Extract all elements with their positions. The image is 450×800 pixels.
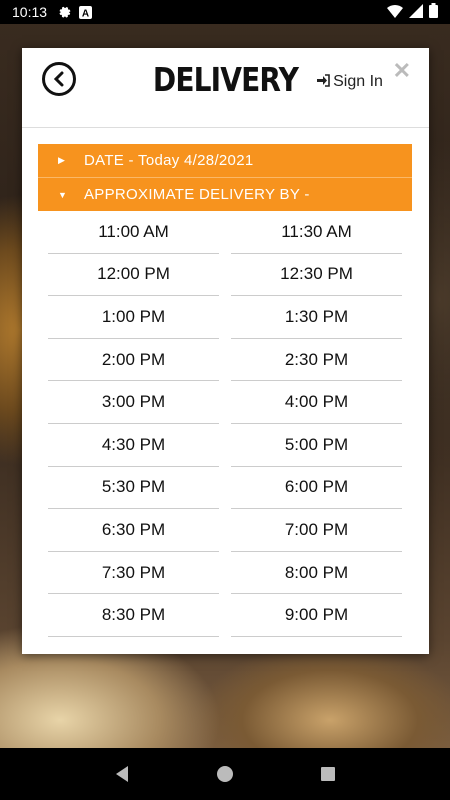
home-nav-button[interactable] [205,754,245,794]
wifi-icon [387,4,403,21]
circle-home-icon [216,766,233,782]
sign-in-label: Sign In [333,73,383,90]
time-slot-button[interactable]: 1:00 PM [48,296,219,339]
time-slot-button[interactable]: 11:30 AM [231,211,402,254]
time-slot-button[interactable]: 11:00 AM [48,211,219,254]
time-slot-button[interactable]: 3:00 PM [48,381,219,424]
modal-header: DELIVERY Sign In ✕ [22,48,429,128]
battery-icon [429,3,438,21]
svg-text:A: A [82,8,89,19]
time-slot-button[interactable]: 12:00 PM [48,254,219,297]
time-slot-button[interactable]: 12:30 PM [231,254,402,297]
time-slot-button[interactable]: 7:30 PM [48,552,219,595]
close-button[interactable]: ✕ [393,58,411,84]
time-slot-button[interactable]: 4:30 PM [48,424,219,467]
back-nav-button[interactable] [102,754,142,794]
gear-icon [57,5,71,19]
time-slot-button[interactable]: 5:30 PM [48,467,219,510]
signal-icon [409,3,423,21]
a-icon: A [79,5,93,19]
date-label: DATE - Today 4/28/2021 [84,152,254,169]
delivery-modal: DELIVERY Sign In ✕ ▶ DATE - Today 4/28/2… [22,48,429,654]
close-icon: ✕ [392,58,411,83]
time-slot-button[interactable]: 4:00 PM [231,381,402,424]
time-slot-grid: 11:00 AM 11:30 AM 12:00 PM 12:30 PM 1:00 PM 1… [48,211,402,637]
status-time: 10:13 [12,4,48,20]
time-slot-button[interactable]: 9:00 PM [231,594,402,637]
sign-in-button[interactable]: Sign In [315,70,385,94]
recents-nav-button[interactable] [308,754,348,794]
approximate-delivery-label: APPROXIMATE DELIVERY BY - [84,186,310,203]
time-slot-button[interactable]: 6:30 PM [48,509,219,552]
date-selector[interactable]: ▶ DATE - Today 4/28/2021 [38,144,412,177]
sign-in-icon [317,71,330,94]
square-recents-icon [321,767,336,781]
approximate-delivery-toggle[interactable]: ▼ APPROXIMATE DELIVERY BY - [38,178,412,211]
status-right-icons [387,3,438,21]
time-slot-button[interactable]: 8:00 PM [231,552,402,595]
caret-right-icon: ▶ [58,155,66,165]
android-nav-bar [0,748,450,800]
time-slot-button[interactable]: 2:00 PM [48,339,219,382]
caret-down-icon: ▼ [58,189,68,200]
time-slot-button[interactable]: 6:00 PM [231,467,402,510]
time-slot-button[interactable]: 8:30 PM [48,594,219,637]
time-slot-button[interactable]: 1:30 PM [231,296,402,339]
time-slot-button[interactable]: 7:00 PM [231,509,402,552]
triangle-back-icon [115,766,128,782]
time-slot-button[interactable]: 5:00 PM [231,424,402,467]
status-bar: 10:13 A [0,0,450,24]
time-slot-button[interactable]: 2:30 PM [231,339,402,382]
